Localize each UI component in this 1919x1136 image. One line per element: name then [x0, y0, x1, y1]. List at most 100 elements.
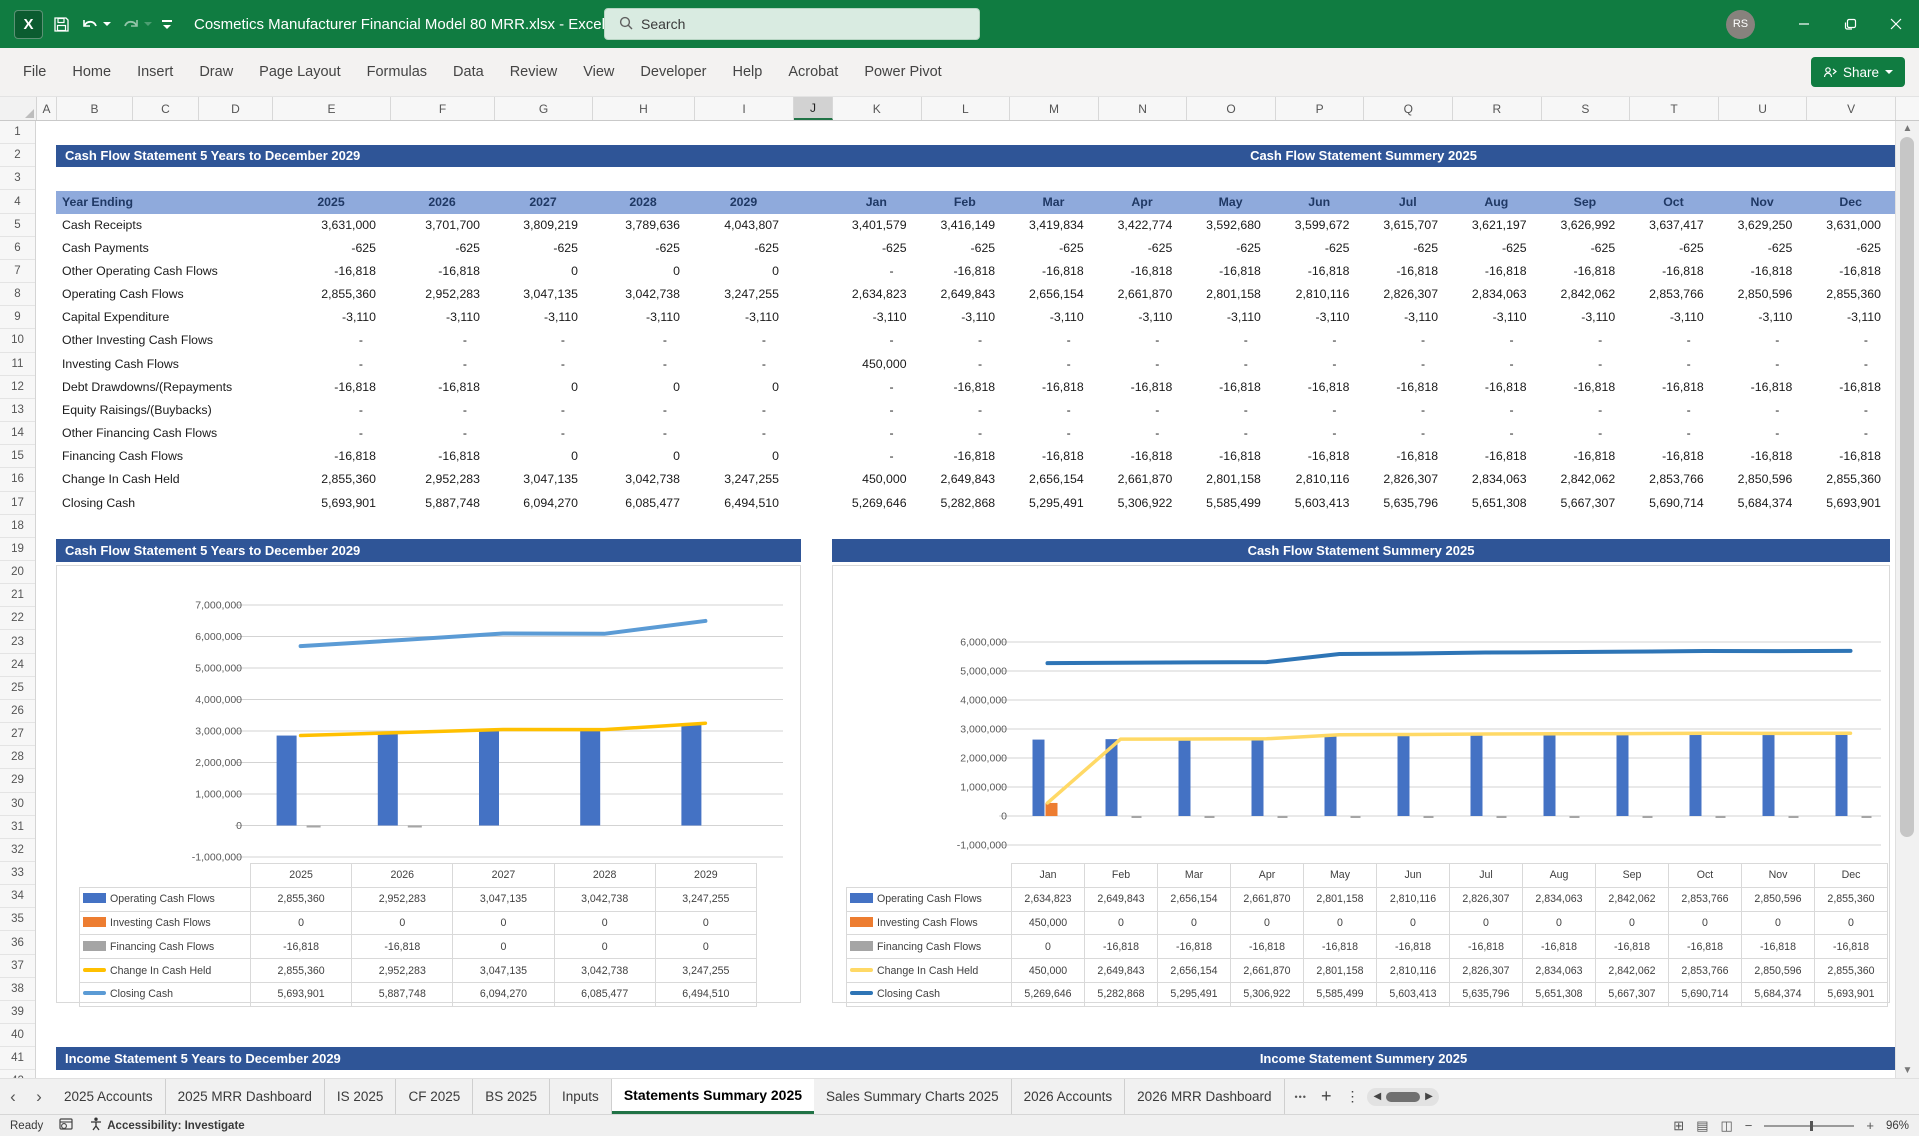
monthly-value[interactable]: -	[832, 445, 921, 468]
row-header-16[interactable]: 16	[0, 468, 35, 492]
row-header-30[interactable]: 30	[0, 793, 35, 816]
annual-value[interactable]: -	[592, 399, 694, 422]
row-spacer[interactable]	[793, 214, 832, 237]
sheet-tab-statements-summary-2025[interactable]: Statements Summary 2025	[611, 1079, 815, 1114]
monthly-value[interactable]: -3,110	[1275, 306, 1364, 329]
monthly-value[interactable]: -	[1629, 353, 1718, 376]
zoom-slider-thumb[interactable]	[1810, 1120, 1814, 1131]
annual-value[interactable]: 3,809,219	[494, 214, 592, 237]
ribbon-tab-data[interactable]: Data	[440, 64, 497, 80]
monthly-value[interactable]: -	[1452, 399, 1541, 422]
row-spacer[interactable]	[793, 445, 832, 468]
zoom-slider[interactable]	[1764, 1120, 1855, 1131]
annual-value[interactable]: 0	[592, 376, 694, 399]
annual-value[interactable]: 0	[494, 445, 592, 468]
row-spacer[interactable]	[793, 422, 832, 445]
horizontal-scroll-thumb[interactable]	[1386, 1091, 1421, 1102]
row-label[interactable]: Financing Cash Flows	[56, 445, 272, 468]
row-header-37[interactable]: 37	[0, 955, 35, 978]
annual-value[interactable]: 5,887,748	[390, 492, 494, 515]
monthly-value[interactable]: 2,801,158	[1186, 283, 1275, 306]
row-header-10[interactable]: 10	[0, 329, 35, 353]
monthly-value[interactable]: 5,667,307	[1541, 492, 1630, 515]
monthly-value[interactable]: -	[832, 260, 921, 283]
annual-value[interactable]: -	[390, 422, 494, 445]
column-header-B[interactable]: B	[57, 97, 133, 120]
monthly-value[interactable]: 5,282,868	[921, 492, 1010, 515]
user-avatar[interactable]: RS	[1726, 9, 1755, 39]
monthly-value[interactable]: -3,110	[1363, 306, 1452, 329]
monthly-value[interactable]: -16,818	[1009, 260, 1098, 283]
sheet-nav-prev-icon[interactable]: ‹	[0, 1087, 26, 1107]
row-header-31[interactable]: 31	[0, 816, 35, 839]
annual-value[interactable]: 3,047,135	[494, 468, 592, 491]
monthly-value[interactable]: -16,818	[1009, 445, 1098, 468]
month-header-Nov[interactable]: Nov	[1717, 190, 1807, 214]
monthly-value[interactable]: -16,818	[1186, 445, 1275, 468]
sheet-tab-sales-summary-charts-2025[interactable]: Sales Summary Charts 2025	[814, 1079, 1012, 1114]
monthly-value[interactable]: -16,818	[1363, 260, 1452, 283]
row-header-20[interactable]: 20	[0, 561, 35, 585]
monthly-value[interactable]: 2,649,843	[921, 468, 1010, 491]
monthly-value[interactable]: -	[921, 422, 1010, 445]
column-header-K[interactable]: K	[833, 97, 922, 120]
row-header-29[interactable]: 29	[0, 769, 35, 793]
year-header-2025[interactable]: 2025	[272, 190, 390, 214]
tab-options-kebab-icon[interactable]: ⋮	[1345, 1088, 1359, 1105]
row-label[interactable]: Other Operating Cash Flows	[56, 260, 272, 283]
monthly-value[interactable]: -625	[1098, 237, 1187, 260]
monthly-value[interactable]: -3,110	[1186, 306, 1275, 329]
row-header-24[interactable]: 24	[0, 654, 35, 677]
sheet-tab-is-2025[interactable]: IS 2025	[325, 1079, 397, 1114]
monthly-value[interactable]: -3,110	[1452, 306, 1541, 329]
annual-value[interactable]: -16,818	[272, 445, 390, 468]
monthly-value[interactable]: -3,110	[1629, 306, 1718, 329]
month-header-Dec[interactable]: Dec	[1806, 190, 1895, 214]
monthly-value[interactable]: -3,110	[832, 306, 921, 329]
monthly-value[interactable]: 5,603,413	[1275, 492, 1364, 515]
monthly-value[interactable]: 3,592,680	[1186, 214, 1275, 237]
monthly-value[interactable]: -16,818	[1629, 376, 1718, 399]
monthly-value[interactable]: -16,818	[1541, 260, 1630, 283]
sheet-tab-2026-accounts[interactable]: 2026 Accounts	[1012, 1079, 1126, 1114]
monthly-value[interactable]: -16,818	[1363, 445, 1452, 468]
macro-record-icon[interactable]	[59, 1118, 74, 1133]
annual-value[interactable]: -625	[390, 237, 494, 260]
annual-value[interactable]: -	[494, 329, 592, 352]
monthly-value[interactable]: 450,000	[832, 468, 921, 491]
annual-value[interactable]: -16,818	[390, 260, 494, 283]
row-label[interactable]: Other Investing Cash Flows	[56, 329, 272, 352]
monthly-value[interactable]: -16,818	[1718, 260, 1807, 283]
monthly-value[interactable]: -3,110	[1009, 306, 1098, 329]
annual-value[interactable]: 0	[694, 376, 793, 399]
month-header-Mar[interactable]: Mar	[1009, 190, 1098, 214]
ribbon-tab-file[interactable]: File	[10, 64, 59, 80]
sheet-tab-bs-2025[interactable]: BS 2025	[473, 1079, 551, 1114]
annual-value[interactable]: -	[694, 329, 793, 352]
row-header-22[interactable]: 22	[0, 607, 35, 631]
ribbon-tab-page-layout[interactable]: Page Layout	[246, 64, 353, 80]
column-header-N[interactable]: N	[1099, 97, 1188, 120]
ribbon-tab-insert[interactable]: Insert	[124, 64, 186, 80]
column-header-E[interactable]: E	[273, 97, 391, 120]
ribbon-tab-view[interactable]: View	[570, 64, 627, 80]
zoom-in-icon[interactable]: +	[1866, 1118, 1874, 1133]
right-chart-banner[interactable]: Cash Flow Statement Summery 2025	[832, 539, 1890, 562]
monthly-value[interactable]: -	[1806, 422, 1895, 445]
monthly-value[interactable]: -16,818	[1098, 376, 1187, 399]
monthly-value[interactable]: -16,818	[921, 260, 1010, 283]
row-header-1[interactable]: 1	[0, 121, 35, 145]
row-header-34[interactable]: 34	[0, 885, 35, 909]
annual-value[interactable]: -3,110	[494, 306, 592, 329]
monthly-value[interactable]: -	[1186, 422, 1275, 445]
vertical-scrollbar[interactable]: ▲ ▼	[1895, 121, 1919, 1078]
redo-dropdown-icon[interactable]	[144, 22, 152, 26]
monthly-value[interactable]: -	[832, 399, 921, 422]
worksheet-canvas[interactable]: Cash Flow Statement 5 Years to December …	[36, 121, 1895, 1078]
monthly-value[interactable]: -16,818	[1363, 376, 1452, 399]
monthly-value[interactable]: 3,422,774	[1098, 214, 1187, 237]
monthly-value[interactable]: 2,842,062	[1541, 468, 1630, 491]
year-header-2026[interactable]: 2026	[390, 190, 494, 214]
more-sheets-icon[interactable]: •••	[1295, 1092, 1307, 1102]
monthly-value[interactable]: 2,855,360	[1806, 283, 1895, 306]
